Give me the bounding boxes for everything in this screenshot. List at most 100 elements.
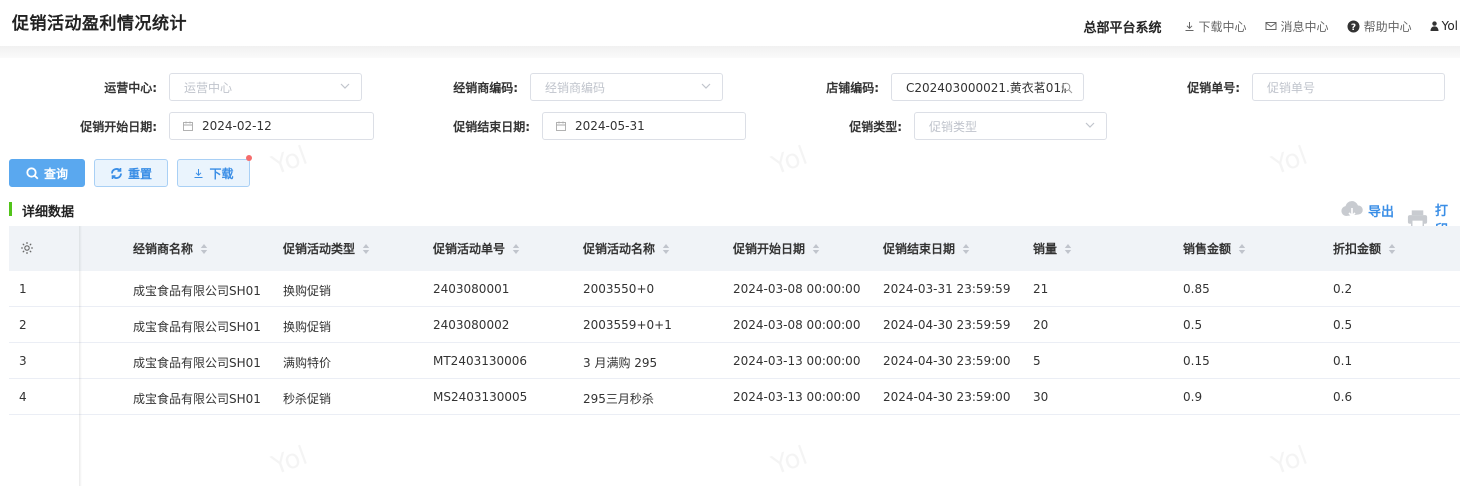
header-divider bbox=[0, 46, 1460, 58]
discount-amount-cell: 0.6 bbox=[1333, 390, 1353, 404]
download-button[interactable]: 下载 bbox=[177, 159, 250, 187]
sort-icon bbox=[962, 243, 970, 254]
end-date-value: 2024-05-31 bbox=[575, 119, 645, 133]
download-icon bbox=[194, 168, 203, 178]
download-icon bbox=[1185, 21, 1194, 31]
column-header[interactable]: 经销商名称 bbox=[133, 240, 208, 257]
help-center-label: 帮助中心 bbox=[1363, 19, 1412, 34]
section-title: 详细数据 bbox=[22, 205, 75, 220]
table-row[interactable]: 2 成宝食品有限公司SH01 换购促销 2403080002 2003559+0… bbox=[9, 307, 1460, 343]
dealer-name-cell: 成宝食品有限公司SH01 bbox=[133, 284, 261, 298]
watermark: Yol bbox=[1268, 141, 1312, 181]
row-index: 2 bbox=[19, 318, 27, 332]
settings-icon[interactable] bbox=[20, 241, 34, 255]
discount-amount-cell: 0.1 bbox=[1333, 354, 1353, 368]
promo-no-input[interactable]: 促销单号 bbox=[1252, 73, 1445, 101]
promo-no-cell: MT2403130006 bbox=[433, 354, 528, 368]
section-accent-bar bbox=[9, 202, 12, 216]
end-date-cell: 2024-04-30 23:59:00 bbox=[883, 354, 1011, 368]
ops-center-placeholder: 运营中心 bbox=[184, 80, 233, 95]
ops-center-label: 运营中心: bbox=[104, 81, 157, 95]
sort-icon bbox=[362, 243, 370, 254]
end-date-cell: 2024-03-31 23:59:59 bbox=[883, 282, 1011, 296]
column-header[interactable]: 促销活动类型 bbox=[283, 240, 370, 257]
page-title: 促销活动盈利情况统计 bbox=[12, 14, 187, 34]
start-date-picker[interactable]: 2024-02-12 bbox=[169, 112, 374, 140]
top-nav: 总部平台系统 下载中心 消息中心 ? 帮助中心 Yol bbox=[1084, 16, 1460, 36]
table-header: 经销商名称 促销活动类型 促销活动单号 促销活动名称 促销开始日期 促销结束日期… bbox=[9, 226, 1460, 271]
chevron-down-icon bbox=[701, 83, 711, 89]
user-menu[interactable]: Yol bbox=[1430, 19, 1458, 33]
start-date-label: 促销开始日期: bbox=[80, 120, 157, 134]
message-center-link[interactable]: 消息中心 bbox=[1265, 18, 1329, 35]
column-header[interactable]: 促销活动名称 bbox=[583, 240, 670, 257]
column-header[interactable]: 促销开始日期 bbox=[733, 240, 820, 257]
promo-no-placeholder: 促销单号 bbox=[1267, 80, 1316, 95]
ops-center-select[interactable]: 运营中心 bbox=[169, 73, 362, 101]
sales-qty-cell: 5 bbox=[1033, 354, 1041, 368]
help-center-link[interactable]: ? 帮助中心 bbox=[1347, 18, 1412, 35]
promo-name-cell: 2003559+0+1 bbox=[583, 318, 672, 332]
table-row[interactable]: 4 成宝食品有限公司SH01 秒杀促销 MS2403130005 295三月秒杀… bbox=[9, 379, 1460, 415]
watermark: Yol bbox=[268, 441, 312, 481]
sales-qty-cell: 30 bbox=[1033, 390, 1049, 404]
sort-icon bbox=[1064, 243, 1072, 254]
query-label: 查询 bbox=[43, 166, 68, 181]
promo-type-cell: 秒杀促销 bbox=[283, 392, 332, 406]
row-index: 1 bbox=[19, 282, 27, 296]
dealer-name-cell: 成宝食品有限公司SH01 bbox=[133, 356, 261, 370]
promo-no-cell: 2403080002 bbox=[433, 318, 510, 332]
search-icon bbox=[26, 166, 39, 179]
sort-icon bbox=[1238, 243, 1246, 254]
reset-button[interactable]: 重置 bbox=[94, 159, 168, 187]
svg-text:?: ? bbox=[1350, 23, 1355, 33]
end-date-cell: 2024-04-30 23:59:00 bbox=[883, 390, 1011, 404]
start-date-value: 2024-02-12 bbox=[202, 119, 272, 133]
table-row[interactable]: 1 成宝食品有限公司SH01 换购促销 2403080001 2003550+0… bbox=[9, 271, 1460, 307]
system-name[interactable]: 总部平台系统 bbox=[1084, 17, 1162, 36]
end-date-cell: 2024-04-30 23:59:59 bbox=[883, 318, 1011, 332]
dealer-code-select[interactable]: 经销商编码 bbox=[530, 73, 723, 101]
promo-type-cell: 换购促销 bbox=[283, 284, 332, 298]
column-header[interactable]: 销售金额 bbox=[1183, 240, 1246, 257]
sales-amount-cell: 0.15 bbox=[1183, 354, 1210, 368]
chevron-down-icon bbox=[1085, 122, 1095, 128]
column-header[interactable]: 销量 bbox=[1033, 240, 1072, 257]
mail-icon bbox=[1265, 22, 1277, 30]
fixed-column-shadow bbox=[79, 226, 82, 486]
chevron-down-icon bbox=[340, 83, 350, 89]
calendar-icon bbox=[556, 121, 566, 131]
column-header[interactable]: 折扣金额 bbox=[1333, 240, 1396, 257]
query-button[interactable]: 查询 bbox=[9, 159, 85, 187]
sort-icon bbox=[812, 243, 820, 254]
start-date-cell: 2024-03-08 00:00:00 bbox=[733, 282, 861, 296]
help-icon: ? bbox=[1347, 20, 1360, 33]
refresh-icon bbox=[111, 167, 122, 179]
promo-type-cell: 换购促销 bbox=[283, 320, 332, 334]
store-code-label: 店铺编码: bbox=[826, 81, 879, 95]
promo-type-cell: 满购特价 bbox=[283, 356, 332, 370]
dealer-code-placeholder: 经销商编码 bbox=[545, 80, 606, 95]
row-index: 3 bbox=[19, 354, 27, 368]
download-label: 下载 bbox=[209, 166, 234, 181]
promo-no-cell: MS2403130005 bbox=[433, 390, 528, 404]
download-center-label: 下载中心 bbox=[1198, 19, 1247, 34]
discount-amount-cell: 0.2 bbox=[1333, 282, 1353, 296]
end-date-picker[interactable]: 2024-05-31 bbox=[542, 112, 746, 140]
table-row[interactable]: 3 成宝食品有限公司SH01 满购特价 MT2403130006 3 月满购 2… bbox=[9, 343, 1460, 379]
start-date-cell: 2024-03-13 00:00:00 bbox=[733, 390, 861, 404]
dealer-name-cell: 成宝食品有限公司SH01 bbox=[133, 392, 261, 406]
export-button[interactable]: 导出 bbox=[1340, 200, 1394, 220]
sort-icon bbox=[662, 243, 670, 254]
sort-icon bbox=[1388, 243, 1396, 254]
store-code-input[interactable]: C202403000021.黄衣茗01店 bbox=[891, 73, 1084, 101]
download-center-link[interactable]: 下载中心 bbox=[1184, 18, 1247, 35]
sales-qty-cell: 20 bbox=[1033, 318, 1049, 332]
column-header[interactable]: 促销结束日期 bbox=[883, 240, 970, 257]
sales-amount-cell: 0.85 bbox=[1183, 282, 1210, 296]
promo-type-select[interactable]: 促销类型 bbox=[914, 112, 1107, 140]
export-label: 导出 bbox=[1368, 204, 1395, 220]
dealer-code-label: 经销商编码: bbox=[453, 81, 518, 95]
column-header[interactable]: 促销活动单号 bbox=[433, 240, 520, 257]
promo-type-placeholder: 促销类型 bbox=[929, 119, 978, 134]
